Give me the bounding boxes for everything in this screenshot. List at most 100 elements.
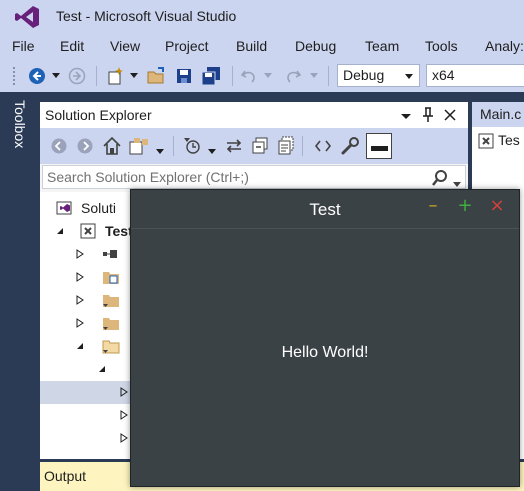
chevron-down-icon xyxy=(130,73,138,78)
filter-folder-icon xyxy=(103,318,119,330)
wrench-icon xyxy=(341,137,359,155)
save-button[interactable] xyxy=(172,64,196,88)
chevron-down-icon xyxy=(401,114,411,119)
collapsed-triangle-icon xyxy=(120,410,128,420)
back-arrow-icon xyxy=(29,68,45,84)
collapsed-triangle-icon xyxy=(76,318,84,328)
back-arrow-icon xyxy=(51,138,67,154)
undo-button[interactable] xyxy=(238,64,260,88)
toolbar-grip[interactable] xyxy=(12,66,16,86)
folder-icon xyxy=(103,272,119,284)
minimize-button[interactable]: – xyxy=(425,197,441,215)
menu-view[interactable]: View xyxy=(110,38,140,54)
switch-views-dropdown[interactable] xyxy=(156,142,164,160)
title-bar: Test - Microsoft Visual Studio xyxy=(0,0,524,34)
solution-platform-select[interactable]: x64 xyxy=(426,64,524,87)
code-brackets-icon xyxy=(314,140,332,152)
menu-file[interactable]: File xyxy=(12,38,35,54)
switch-views-icon xyxy=(129,138,148,155)
test-app-window[interactable]: Test – + × Hello World! xyxy=(130,189,520,487)
chevron-down-icon xyxy=(310,73,318,78)
pending-changes-filter-button[interactable] xyxy=(182,136,204,161)
chevron-down-icon xyxy=(264,73,272,78)
forward-arrow-icon xyxy=(77,138,93,154)
forward-button[interactable] xyxy=(66,64,88,88)
undo-dropdown[interactable] xyxy=(262,64,274,88)
tab-main-c[interactable]: Main.c xyxy=(472,102,524,127)
toolbar-separator xyxy=(96,66,97,86)
back-button[interactable] xyxy=(26,64,48,88)
sync-with-document-button[interactable] xyxy=(224,136,244,161)
open-file-button[interactable] xyxy=(144,64,168,88)
main-toolbar: Debug x64 xyxy=(0,60,524,92)
properties-button[interactable] xyxy=(340,136,360,161)
title-divider xyxy=(131,228,519,229)
tab-main-c-label: Main.c xyxy=(480,106,522,122)
chevron-down-icon xyxy=(156,149,164,154)
menu-tools[interactable]: Tools xyxy=(425,38,458,54)
toolbar-separator xyxy=(328,66,329,86)
visual-studio-logo-icon xyxy=(15,6,39,28)
menu-edit[interactable]: Edit xyxy=(60,38,84,54)
close-button[interactable]: × xyxy=(489,197,505,215)
se-forward-button[interactable] xyxy=(76,137,94,160)
hello-world-label: Hello World! xyxy=(281,344,369,361)
tree-item-solution-label: Soluti xyxy=(81,200,117,216)
save-all-icon xyxy=(201,67,220,86)
solution-explorer-search[interactable]: Search Solution Explorer (Ctrl+;) xyxy=(42,165,466,189)
cpp-project-icon xyxy=(80,223,96,239)
cpp-project-icon xyxy=(478,133,494,149)
close-panel-button[interactable] xyxy=(444,108,458,122)
view-code-button[interactable] xyxy=(314,137,332,160)
menu-debug[interactable]: Debug xyxy=(295,38,336,54)
forward-arrow-icon xyxy=(68,67,86,85)
maximize-button[interactable]: + xyxy=(457,197,473,215)
new-project-button[interactable] xyxy=(104,64,128,88)
pin-button[interactable] xyxy=(422,107,436,123)
menu-team[interactable]: Team xyxy=(365,38,399,54)
collapse-all-button[interactable] xyxy=(250,136,270,161)
save-icon xyxy=(177,69,191,83)
switch-views-button[interactable] xyxy=(128,136,150,161)
preview-selected-items-button[interactable] xyxy=(366,133,392,159)
toolbar-separator xyxy=(173,136,174,156)
toolbox-tab[interactable]: Toolbox xyxy=(12,100,28,148)
new-project-dropdown[interactable] xyxy=(128,64,140,88)
solution-configuration-select[interactable]: Debug xyxy=(337,64,420,87)
menu-build[interactable]: Build xyxy=(236,38,267,54)
solution-configuration-value: Debug xyxy=(343,67,385,83)
chevron-down-icon xyxy=(405,74,413,79)
home-button[interactable] xyxy=(102,136,122,161)
navigation-bar-project[interactable]: Tes xyxy=(498,132,520,148)
filter-dropdown[interactable] xyxy=(208,142,216,160)
menu-analyze[interactable]: Analy: xyxy=(485,38,524,54)
redo-icon xyxy=(287,70,302,83)
undo-icon xyxy=(240,70,255,83)
home-icon xyxy=(103,136,121,155)
window-position-dropdown[interactable] xyxy=(400,108,414,122)
open-folder-icon xyxy=(147,67,164,84)
se-back-button[interactable] xyxy=(50,137,68,160)
redo-button[interactable] xyxy=(282,64,304,88)
collapsed-triangle-icon xyxy=(120,433,128,443)
show-all-files-icon xyxy=(278,136,294,155)
open-filter-folder-icon xyxy=(102,340,120,354)
toolbar-separator xyxy=(232,66,233,86)
output-label: Output xyxy=(44,468,87,484)
menu-project[interactable]: Project xyxy=(165,38,209,54)
search-input[interactable]: Search Solution Explorer (Ctrl+;) xyxy=(47,169,249,185)
solution-explorer-toolbar xyxy=(40,128,468,164)
solution-explorer-title: Solution Explorer xyxy=(45,107,152,123)
collapsed-triangle-icon xyxy=(76,249,84,259)
collapse-all-icon xyxy=(252,137,268,154)
expanded-triangle-icon xyxy=(77,343,83,349)
tree-item-project-label: Test xyxy=(105,223,133,239)
save-all-button[interactable] xyxy=(198,64,224,88)
back-dropdown[interactable] xyxy=(50,64,62,88)
show-all-files-button[interactable] xyxy=(276,136,296,161)
new-project-icon xyxy=(108,67,123,85)
chevron-down-icon xyxy=(453,182,461,187)
filter-folder-icon xyxy=(103,295,119,307)
redo-dropdown[interactable] xyxy=(308,64,320,88)
references-icon xyxy=(103,250,117,258)
